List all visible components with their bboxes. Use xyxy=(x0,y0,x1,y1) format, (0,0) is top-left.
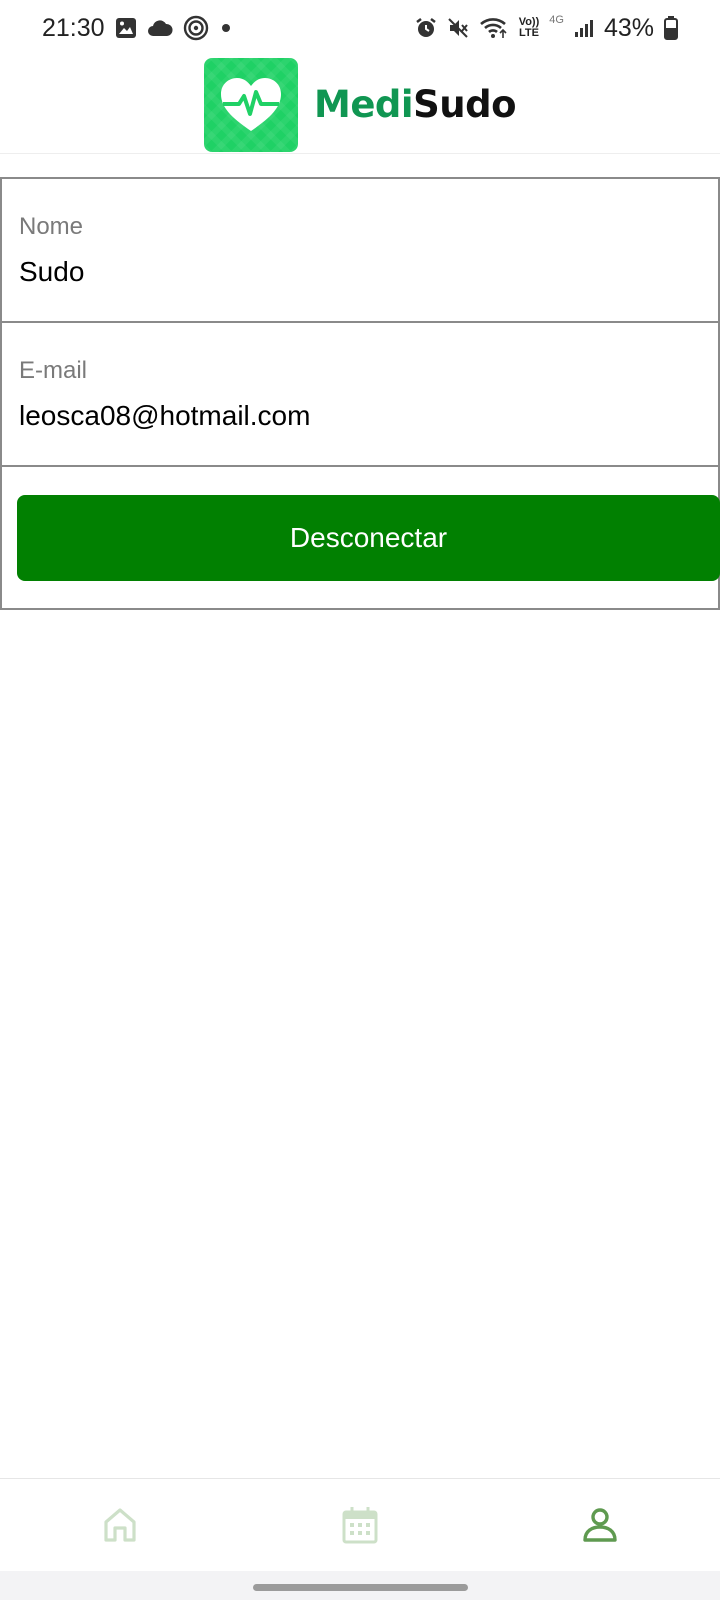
app-logo xyxy=(204,57,298,152)
nav-profile[interactable] xyxy=(580,1505,620,1545)
mute-icon xyxy=(447,17,469,39)
name-value: Sudo xyxy=(19,256,85,287)
app-name: MediSudo xyxy=(314,83,516,126)
cloud-icon xyxy=(147,19,173,37)
app-header: MediSudo xyxy=(0,56,720,154)
profile-card: Nome Sudo E-mail leosca08@hotmail.com De… xyxy=(0,177,720,610)
status-bar: 21:30 Vo)) LTE 4G 43% xyxy=(0,0,720,56)
alarm-icon xyxy=(415,17,437,39)
battery-icon xyxy=(664,16,678,40)
name-label: Nome xyxy=(19,213,84,240)
dot-icon xyxy=(219,21,233,35)
nav-calendar[interactable] xyxy=(340,1505,380,1545)
email-field: E-mail leosca08@hotmail.com xyxy=(2,323,718,467)
app-name-part1: Medi xyxy=(314,83,414,126)
calendar-icon xyxy=(342,1507,378,1544)
nfc-icon xyxy=(183,15,209,41)
wifi-icon xyxy=(479,17,509,39)
home-icon xyxy=(104,1508,136,1542)
app-name-part2: Sudo xyxy=(413,83,516,126)
logout-row: Desconectar xyxy=(2,467,720,581)
status-bar-right: Vo)) LTE 4G 43% xyxy=(415,14,678,43)
lte-label: LTE xyxy=(518,27,539,39)
heart-pulse-icon xyxy=(221,77,281,131)
signal-icon xyxy=(574,18,594,38)
email-value: leosca08@hotmail.com xyxy=(19,400,311,431)
image-icon xyxy=(115,17,137,39)
home-gesture-handle[interactable] xyxy=(253,1584,468,1591)
gesture-area xyxy=(0,1571,720,1600)
name-field: Nome Sudo xyxy=(2,179,718,323)
logout-button[interactable]: Desconectar xyxy=(17,495,720,581)
battery-percentage: 43% xyxy=(603,13,654,42)
network-type: 4G xyxy=(549,14,564,26)
profile-icon xyxy=(583,1508,617,1542)
email-label: E-mail xyxy=(19,357,88,384)
bottom-nav xyxy=(0,1478,720,1571)
volte-icon: Vo)) LTE xyxy=(519,17,540,39)
nav-home[interactable] xyxy=(100,1505,140,1545)
status-time: 21:30 xyxy=(42,13,105,42)
status-bar-left: 21:30 xyxy=(42,14,233,43)
